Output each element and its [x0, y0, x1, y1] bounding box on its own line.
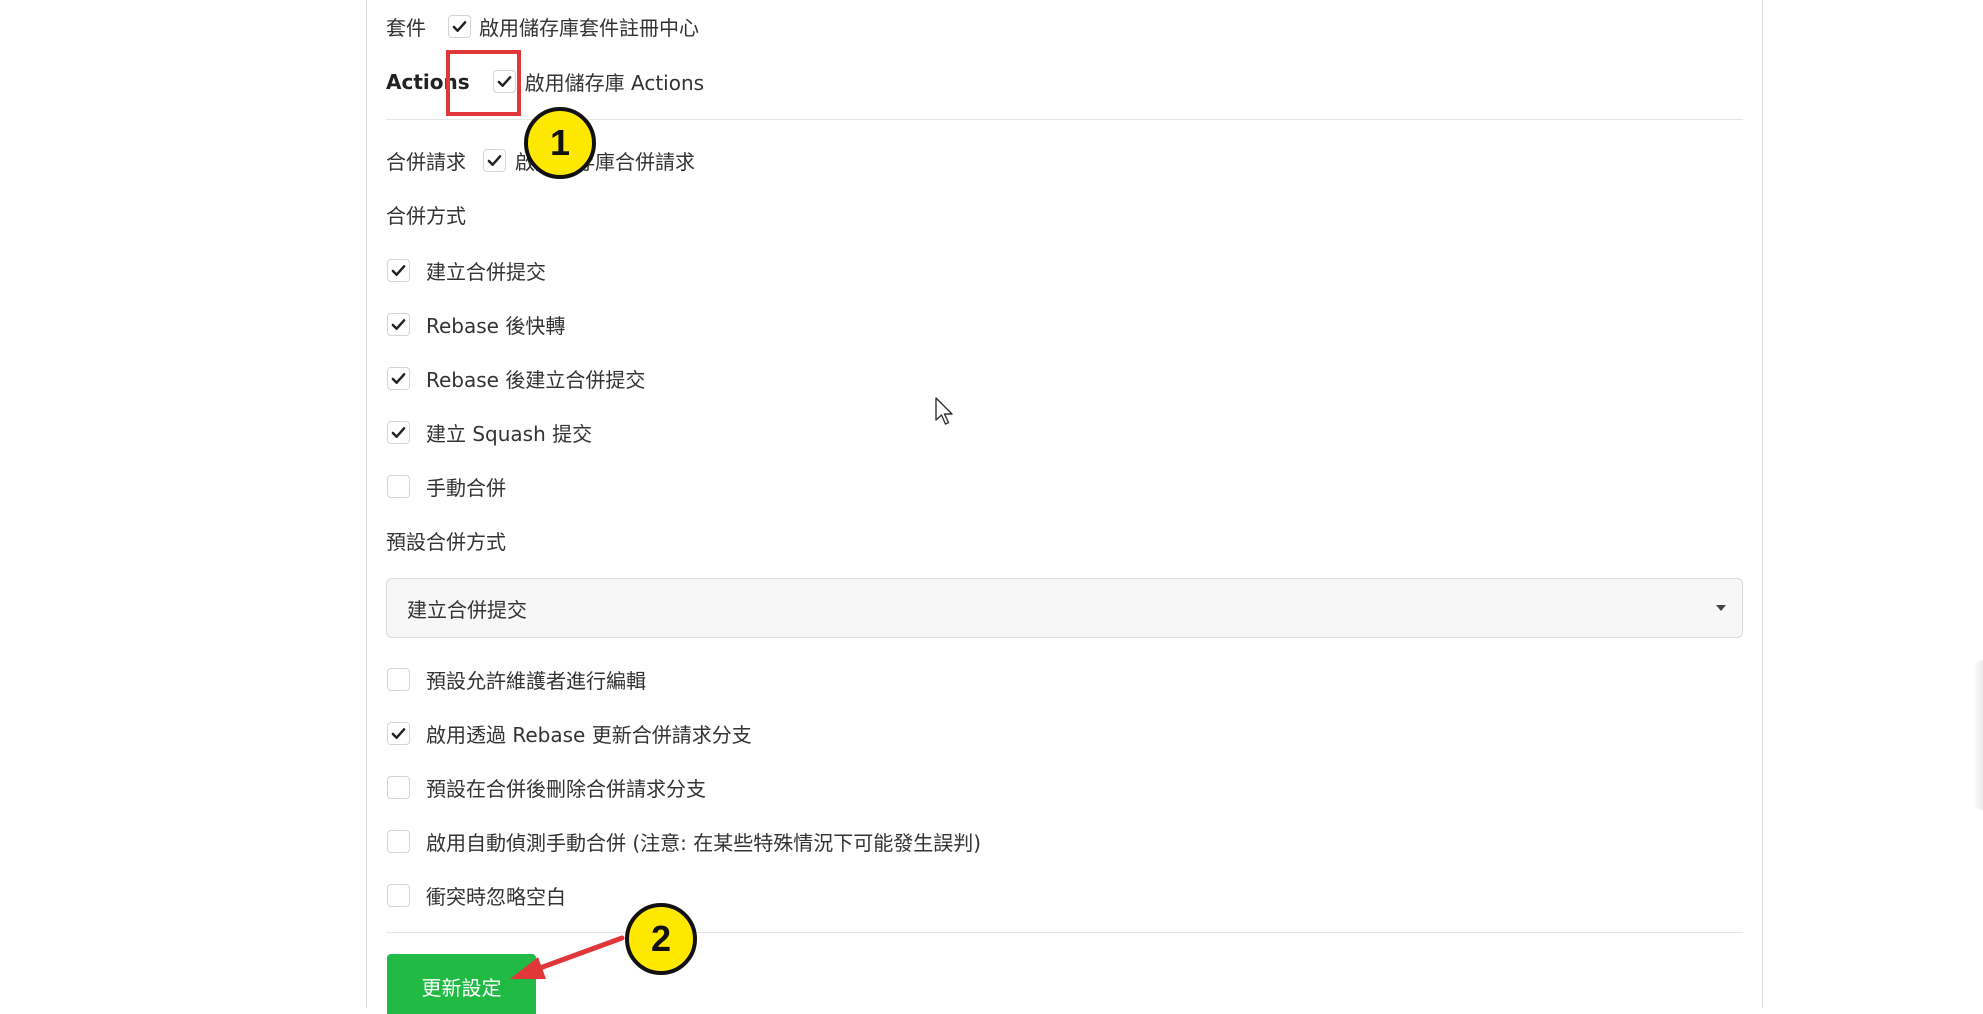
default-merge-style-dropdown[interactable]: 建立合併提交 [386, 578, 1743, 638]
check-icon [391, 728, 406, 739]
merge-style-option[interactable]: Rebase 後建立合併提交 [387, 364, 645, 393]
check-icon [487, 155, 502, 166]
extra-option-label: 預設允許維護者進行編輯 [426, 669, 646, 693]
merge-styles-heading-row: 合併方式 [386, 200, 466, 229]
update-settings-button[interactable]: 更新設定 [387, 954, 536, 1014]
extra-option[interactable]: 預設在合併後刪除合併請求分支 [387, 773, 706, 802]
caret-down-icon [1716, 605, 1726, 611]
check-icon [391, 319, 406, 330]
dropdown-selected-value: 建立合併提交 [407, 597, 527, 622]
extra-option-label: 啟用自動偵測手動合併 (注意: 在某些特殊情況下可能發生誤判) [426, 831, 982, 855]
extra-option[interactable]: 啟用自動偵測手動合併 (注意: 在某些特殊情況下可能發生誤判) [387, 827, 981, 856]
extra-option-label: 預設在合併後刪除合併請求分支 [426, 777, 706, 801]
check-icon [391, 265, 406, 276]
actions-row: Actions 啟用儲存庫 Actions [386, 67, 704, 96]
merge-style-option[interactable]: 手動合併 [387, 472, 506, 501]
merge-style-label: Rebase 後建立合併提交 [426, 368, 646, 392]
step-marker-2: 2 [625, 903, 697, 975]
marker-number: 1 [549, 122, 571, 163]
check-icon [391, 373, 406, 384]
allow-maintainer-edit-checkbox[interactable] [387, 668, 410, 691]
mouse-cursor-icon [935, 397, 953, 425]
merge-style-label: Rebase 後快轉 [426, 314, 566, 338]
packages-checkbox-label: 啟用儲存庫套件註冊中心 [479, 16, 699, 40]
manual-merge-checkbox[interactable] [387, 475, 410, 498]
check-icon [391, 427, 406, 438]
default-merge-style-heading-row: 預設合併方式 [386, 526, 506, 555]
pull-requests-section-label: 合併請求 [386, 150, 466, 174]
divider [386, 119, 1743, 120]
scrollbar[interactable] [1973, 660, 1983, 810]
extra-option[interactable]: 啟用透過 Rebase 更新合併請求分支 [387, 719, 752, 748]
marker-number: 2 [650, 918, 672, 959]
pull-requests-checkbox[interactable] [483, 149, 506, 172]
merge-style-label: 建立合併提交 [426, 260, 546, 284]
merge-styles-heading: 合併方式 [386, 204, 466, 228]
extra-option-label: 啟用透過 Rebase 更新合併請求分支 [426, 723, 752, 747]
rebase-update-checkbox[interactable] [387, 722, 410, 745]
merge-style-option[interactable]: Rebase 後快轉 [387, 310, 565, 339]
packages-row: 套件 啟用儲存庫套件註冊中心 [386, 12, 699, 41]
highlight-box [446, 50, 521, 116]
packages-checkbox[interactable] [448, 15, 471, 38]
merge-commit-checkbox[interactable] [387, 259, 410, 282]
divider [386, 932, 1743, 933]
step-marker-1: 1 [524, 107, 596, 179]
merge-style-label: 建立 Squash 提交 [426, 422, 593, 446]
rebase-merge-checkbox[interactable] [387, 367, 410, 390]
autodetect-manual-merge-checkbox[interactable] [387, 830, 410, 853]
packages-section-label: 套件 [386, 16, 426, 40]
default-merge-style-heading: 預設合併方式 [386, 530, 506, 554]
merge-style-option[interactable]: 建立 Squash 提交 [387, 418, 592, 447]
delete-branch-checkbox[interactable] [387, 776, 410, 799]
squash-checkbox[interactable] [387, 421, 410, 444]
actions-checkbox-label: 啟用儲存庫 Actions [524, 71, 705, 95]
extra-option[interactable]: 預設允許維護者進行編輯 [387, 665, 646, 694]
ignore-whitespace-checkbox[interactable] [387, 884, 410, 907]
extra-option-label: 衝突時忽略空白 [426, 885, 566, 909]
extra-option[interactable]: 衝突時忽略空白 [387, 881, 566, 910]
merge-style-option[interactable]: 建立合併提交 [387, 256, 546, 285]
merge-style-label: 手動合併 [426, 476, 506, 500]
rebase-ff-checkbox[interactable] [387, 313, 410, 336]
check-icon [452, 21, 467, 32]
